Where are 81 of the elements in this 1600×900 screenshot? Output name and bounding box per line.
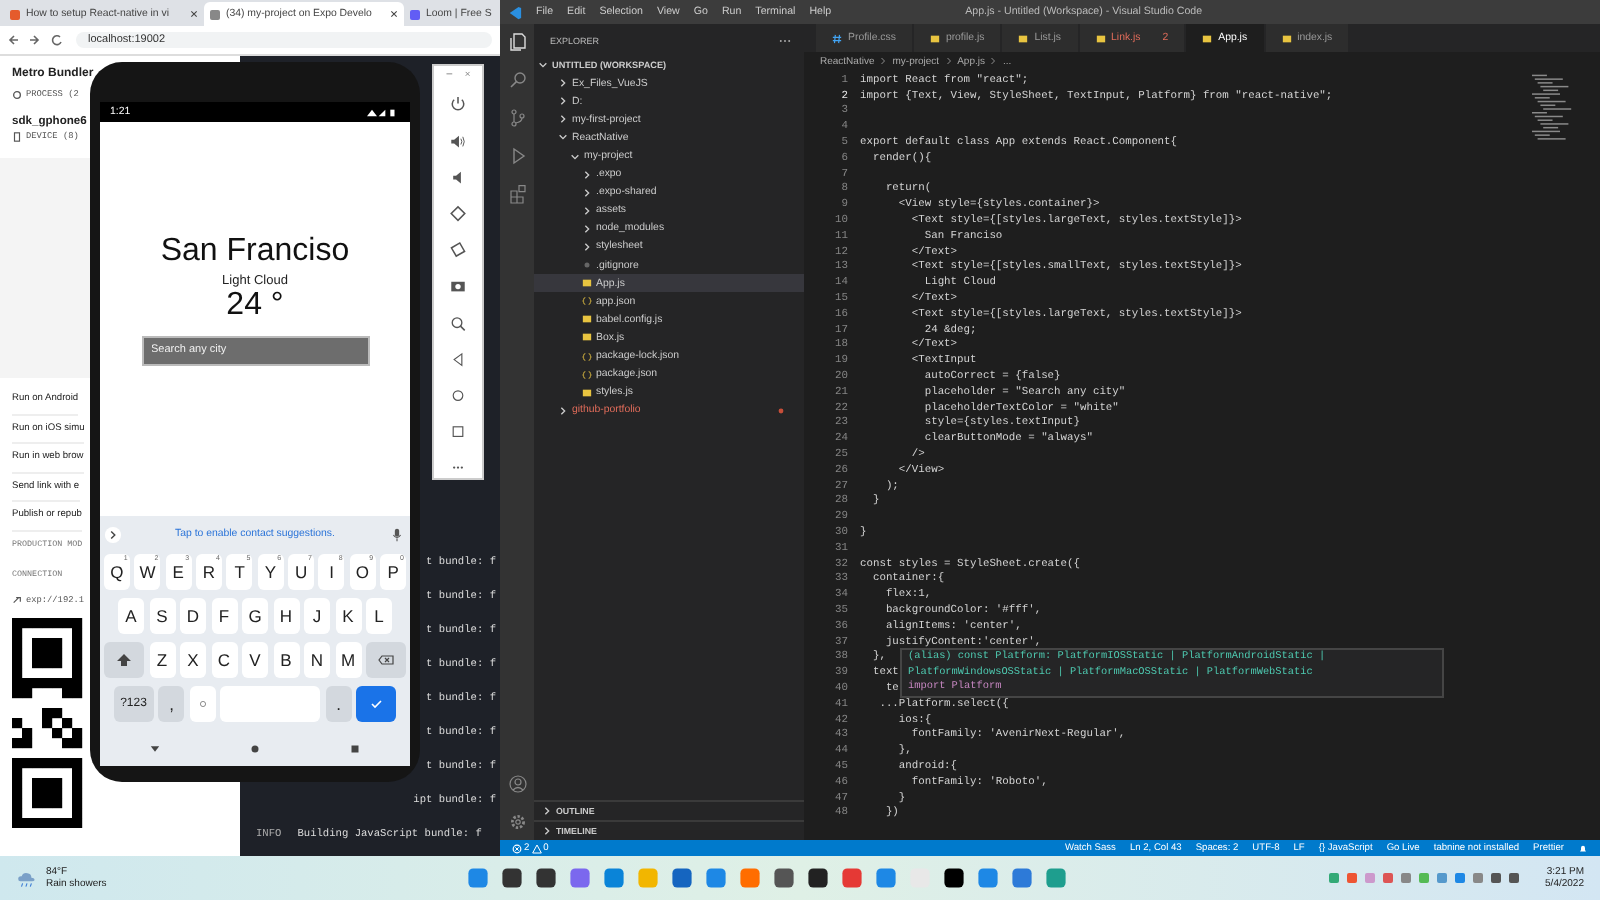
dot-icon <box>582 260 592 271</box>
keyboard-key[interactable]: G <box>242 598 268 634</box>
chevron-right-icon <box>990 56 997 66</box>
files-icon[interactable] <box>507 32 527 52</box>
bell-icon[interactable] <box>1578 843 1588 853</box>
js-file-icon <box>582 278 592 289</box>
chevron-right-icon <box>558 405 568 416</box>
keyboard-key[interactable]: M <box>335 642 361 678</box>
cloud-rain-icon[interactable] <box>16 867 38 889</box>
keyboard-key[interactable]: C <box>211 642 237 678</box>
volume-up-icon[interactable] <box>448 131 468 151</box>
keyboard-key[interactable]: K <box>335 598 361 634</box>
chevron-right-icon <box>880 56 887 66</box>
zoom-icon[interactable] <box>448 313 468 333</box>
braces-icon <box>582 369 592 380</box>
run-debug-icon[interactable] <box>507 146 527 166</box>
warning-icon <box>531 843 542 853</box>
microphone-icon[interactable] <box>388 525 406 543</box>
app-icon[interactable] <box>942 866 966 890</box>
keyboard-key[interactable]: S <box>149 598 175 634</box>
keyboard-key[interactable]: , <box>158 686 185 722</box>
chevron-right-icon <box>945 56 952 66</box>
braces-icon <box>582 296 592 307</box>
phone-icon <box>12 132 22 142</box>
js-file-icon <box>929 33 940 43</box>
home-dot-icon[interactable] <box>247 741 262 755</box>
square-icon[interactable] <box>348 741 363 755</box>
signal-battery-icon <box>364 107 400 117</box>
keyboard-key[interactable]: F <box>211 598 237 634</box>
app-icon[interactable] <box>772 866 796 890</box>
chevron-down-icon <box>538 60 548 71</box>
braces-icon <box>582 351 592 362</box>
extensions-icon[interactable] <box>507 184 527 204</box>
expand-icon[interactable] <box>104 525 122 543</box>
keyboard-key[interactable]: N <box>304 642 330 678</box>
editor-logo-icon <box>508 5 522 19</box>
link-icon <box>12 595 22 605</box>
close-icon[interactable] <box>190 10 198 18</box>
power-icon[interactable] <box>448 94 468 115</box>
shift-key-icon[interactable] <box>104 642 144 678</box>
overview-icon[interactable] <box>448 422 468 442</box>
keyboard-key[interactable]: L <box>366 598 392 634</box>
settings-icon[interactable] <box>507 812 527 832</box>
favicon-icon <box>410 9 420 19</box>
search-icon[interactable] <box>507 70 527 90</box>
js-file-icon <box>1202 33 1213 43</box>
js-file-icon <box>1281 33 1292 43</box>
js-file-icon <box>582 387 592 398</box>
rotate-right-icon[interactable] <box>448 240 468 260</box>
keyboard-key[interactable]: . <box>325 686 352 722</box>
home-icon[interactable] <box>448 386 468 406</box>
backspace-key-icon[interactable] <box>366 642 406 678</box>
check-key-icon[interactable] <box>356 686 397 722</box>
keyboard-key[interactable]: H <box>273 598 299 634</box>
favicon-icon <box>210 9 220 19</box>
camera-icon[interactable] <box>448 276 468 297</box>
source-control-icon[interactable] <box>507 108 527 128</box>
close-icon[interactable] <box>390 10 398 18</box>
rotate-left-icon[interactable] <box>448 204 468 224</box>
city-name: San Franciso <box>160 233 350 269</box>
keyboard-key[interactable]: Z <box>149 642 175 678</box>
navigation-arrows-icon[interactable] <box>8 32 68 48</box>
app-icon[interactable] <box>806 866 830 890</box>
modified-dot-icon <box>778 407 784 414</box>
keyboard-key[interactable]: D <box>180 598 206 634</box>
keyboard-key[interactable]: X <box>180 642 206 678</box>
keyboard-key[interactable]: A <box>118 598 144 634</box>
keyboard-key[interactable]: B <box>273 642 299 678</box>
js-file-icon <box>1018 33 1029 43</box>
keyboard-key[interactable]: V <box>242 642 268 678</box>
app-icon[interactable] <box>500 866 524 890</box>
js-file-icon <box>1095 33 1106 43</box>
hash-icon <box>832 33 842 43</box>
favicon-icon <box>10 9 20 19</box>
account-icon[interactable] <box>507 774 527 794</box>
keyboard-key[interactable]: J <box>304 598 330 634</box>
back-icon[interactable] <box>448 349 468 369</box>
back-triangle-icon[interactable] <box>147 741 162 755</box>
app-icon[interactable] <box>534 866 558 890</box>
temperature: 24 ° <box>226 287 284 323</box>
error-icon <box>512 843 522 853</box>
